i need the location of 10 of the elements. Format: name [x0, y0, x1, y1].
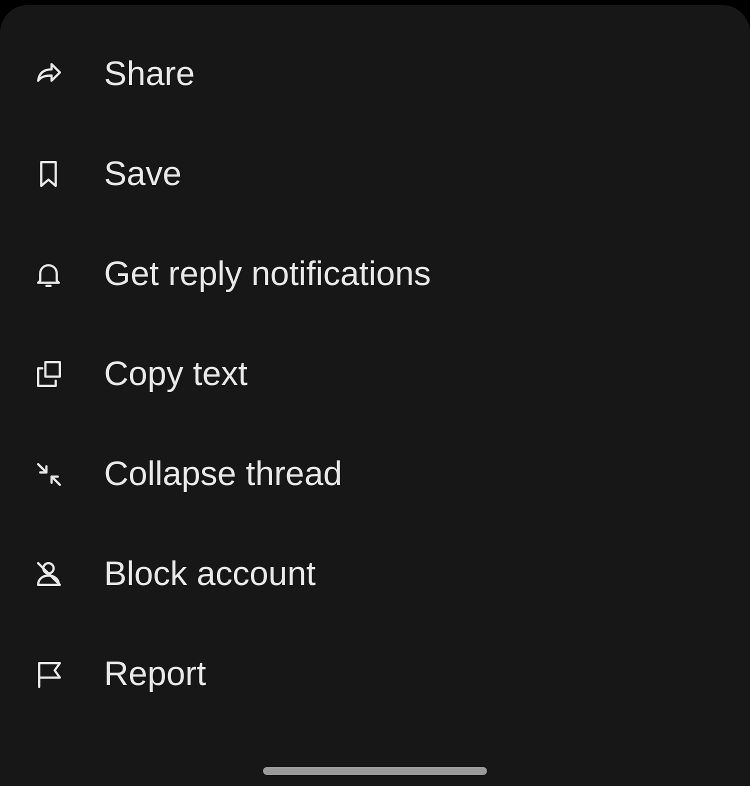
menu-item[interactable]: Get reply notifications	[0, 224, 750, 324]
menu-item[interactable]: Collapse thread	[0, 424, 750, 524]
menu-item[interactable]: Save	[0, 124, 750, 224]
menu-item[interactable]: Block account	[0, 524, 750, 624]
menu-item[interactable]: Copy text	[0, 324, 750, 424]
menu-item[interactable]: Share	[0, 24, 750, 124]
copy-icon	[34, 359, 64, 389]
menu-item[interactable]: Report	[0, 624, 750, 724]
home-indicator[interactable]	[263, 767, 487, 775]
blocked-user-icon	[34, 559, 64, 589]
